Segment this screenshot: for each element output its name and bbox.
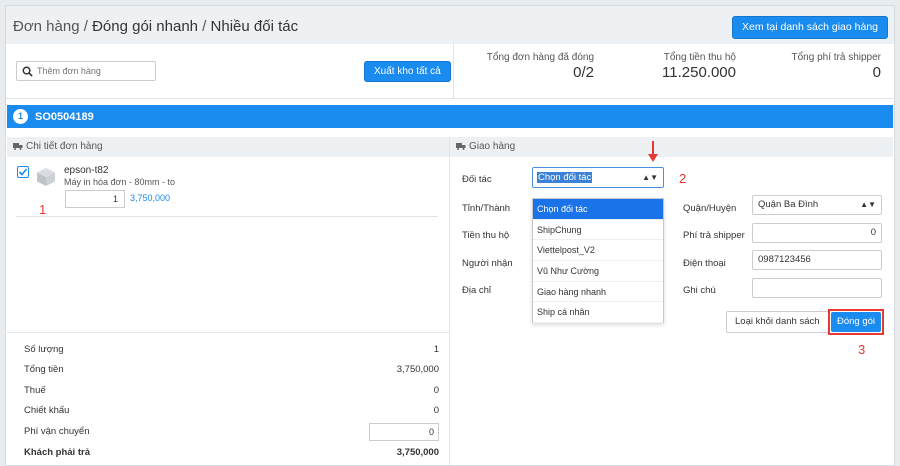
- summary-row-tax: Thuế 0: [24, 385, 439, 396]
- summary-label: Thuế: [24, 385, 46, 396]
- receiver-label: Người nhận: [462, 258, 513, 269]
- checkmark-icon: [18, 168, 28, 176]
- delivery-header: Giao hàng: [450, 137, 893, 157]
- summary-row-total: Tổng tiền 3,750,000: [24, 364, 439, 375]
- order-code: SO0504189: [35, 111, 94, 123]
- order-detail-header: Chi tiết đơn hàng: [7, 137, 449, 157]
- summary-label: Số lượng: [24, 344, 64, 355]
- toolbar: Xuất kho tất cả Tổng đơn hàng đã đóng 0/…: [6, 44, 894, 99]
- partner-option[interactable]: Chọn đối tác: [533, 199, 663, 220]
- partner-label: Đối tác: [462, 174, 492, 185]
- district-label: Quận/Huyện: [683, 203, 737, 214]
- stat-value: 0: [872, 64, 881, 81]
- annotation-marker-1: 1: [39, 202, 47, 217]
- note-label: Ghi chú: [683, 285, 716, 296]
- stat-label: Tổng phí trả shipper: [791, 52, 882, 63]
- product-description: Máy in hóa đơn - 80mm - to: [64, 177, 175, 187]
- breadcrumb-multi-partner: Nhiều đối tác: [210, 18, 299, 35]
- partner-option[interactable]: ShipChung: [533, 220, 663, 241]
- summary-value: 1: [433, 344, 439, 355]
- truck-icon: [13, 143, 23, 151]
- shipper-fee-input[interactable]: 0: [752, 223, 882, 243]
- order-index-badge: 1: [13, 109, 28, 124]
- stat-shipper-fee: Tổng phí trả shipper 0: [792, 52, 882, 81]
- partner-option[interactable]: Viettelpost_V2: [533, 240, 663, 262]
- divider: [16, 216, 438, 217]
- search-box[interactable]: [16, 61, 156, 81]
- note-input[interactable]: [752, 278, 882, 298]
- export-all-button[interactable]: Xuất kho tất cả: [364, 61, 451, 82]
- summary-row-customer-pays: Khách phải trả 3,750,000: [24, 447, 439, 458]
- partner-option[interactable]: Ship cá nhân: [533, 302, 663, 324]
- divider: [7, 332, 449, 333]
- chevron-updown-icon: ▲▼: [642, 173, 658, 182]
- stat-label: Tổng tiền thu hộ: [663, 52, 736, 63]
- pack-button-highlight: Đóng gói: [828, 309, 884, 335]
- district-value: Quận Ba Đình: [758, 199, 819, 210]
- partner-dropdown: Chọn đối tác ShipChung Viettelpost_V2 Vũ…: [532, 198, 664, 324]
- breadcrumb-quick-pack: Đóng gói nhanh: [92, 18, 199, 35]
- panel-divider: [449, 137, 450, 466]
- partner-select[interactable]: Chọn đối tác ▲▼: [532, 167, 664, 188]
- cod-label: Tiền thu hộ: [462, 230, 510, 241]
- product-checkbox[interactable]: [17, 166, 29, 178]
- summary-value: 3,750,000: [396, 447, 439, 458]
- partner-option[interactable]: Vũ Như Cường: [533, 261, 663, 282]
- app-frame: Đơn hàng / Đóng gói nhanh / Nhiều đối tá…: [5, 5, 895, 466]
- partner-option[interactable]: Giao hàng nhanh: [533, 282, 663, 303]
- summary-row-quantity: Số lượng 1: [24, 344, 439, 355]
- arrow-down-icon: [648, 141, 658, 162]
- product-price[interactable]: 3,750,000: [130, 193, 170, 203]
- package-icon: [37, 168, 55, 186]
- stat-value: 0/2: [573, 64, 594, 81]
- stat-cod-total: Tổng tiền thu hộ 11.250.000: [662, 52, 736, 81]
- phone-label: Điện thoại: [683, 258, 726, 269]
- order-bar[interactable]: 1 SO0504189: [7, 105, 893, 128]
- quantity-input[interactable]: 1: [65, 190, 125, 208]
- remove-from-list-button[interactable]: Loại khỏi danh sách: [726, 311, 829, 333]
- annotation-marker-3: 3: [858, 342, 866, 357]
- shipping-fee-input[interactable]: 0: [369, 423, 439, 441]
- stat-packed-orders: Tổng đơn hàng đã đóng 0/2: [487, 52, 594, 81]
- breadcrumb: Đơn hàng / Đóng gói nhanh / Nhiều đối tá…: [13, 18, 298, 35]
- shipper-fee-label: Phí trả shipper: [683, 230, 745, 241]
- summary-value: 0: [433, 405, 439, 416]
- stat-label: Tổng đơn hàng đã đóng: [486, 52, 594, 63]
- annotation-marker-2: 2: [679, 171, 687, 186]
- summary-label: Tổng tiền: [24, 364, 64, 375]
- summary-label: Phí vận chuyển: [24, 426, 90, 437]
- delivery-title: Giao hàng: [469, 141, 516, 152]
- district-select[interactable]: Quận Ba Đình ▲▼: [752, 195, 882, 215]
- chevron-updown-icon: ▲▼: [860, 200, 876, 209]
- province-label: Tỉnh/Thành: [462, 203, 511, 214]
- breadcrumb-separator: /: [79, 18, 93, 35]
- address-label: Địa chỉ: [462, 285, 492, 296]
- summary-label: Chiết khấu: [24, 405, 70, 416]
- summary-value: 3,750,000: [396, 364, 439, 375]
- breadcrumb-orders[interactable]: Đơn hàng: [13, 18, 80, 35]
- stat-value: 11.250.000: [662, 64, 736, 81]
- page-header: Đơn hàng / Đóng gói nhanh / Nhiều đối tá…: [6, 6, 894, 44]
- phone-input[interactable]: 0987123456: [752, 250, 882, 270]
- partner-select-value: Chọn đối tác: [537, 172, 593, 183]
- search-input[interactable]: [37, 64, 152, 78]
- view-delivery-list-button[interactable]: Xem tại danh sách giao hàng: [731, 16, 888, 39]
- breadcrumb-separator: /: [198, 18, 211, 35]
- order-detail-title: Chi tiết đơn hàng: [26, 141, 103, 152]
- product-name[interactable]: epson-t82: [64, 165, 108, 176]
- truck-icon: [456, 143, 466, 151]
- summary-row-discount: Chiết khấu 0: [24, 405, 439, 416]
- divider: [453, 44, 454, 98]
- pack-button[interactable]: Đóng gói: [831, 312, 881, 332]
- search-icon: [22, 66, 33, 77]
- summary-value: 0: [433, 385, 439, 396]
- summary-label: Khách phải trả: [24, 447, 90, 458]
